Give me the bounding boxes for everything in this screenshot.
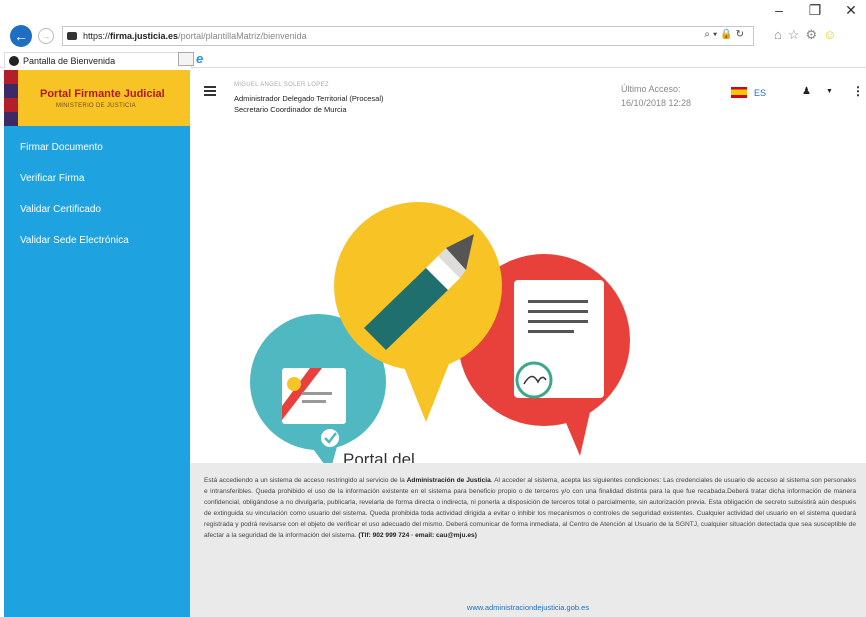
lock-icon bbox=[67, 32, 77, 40]
last-access-label: Último Acceso: bbox=[621, 84, 681, 94]
justice-admin-link[interactable]: www.administraciondejusticia.gob.es bbox=[190, 603, 866, 612]
user-position: Secretario Coordinador de Murcia bbox=[234, 105, 347, 114]
tab-bienvenida[interactable]: Pantalla de Bienvenida ✕ bbox=[4, 52, 192, 68]
smiley-icon[interactable]: ☺ bbox=[823, 27, 836, 43]
url-scheme: https:// bbox=[83, 31, 111, 41]
last-access-date: 16/10/2018 12:28 bbox=[621, 98, 692, 108]
disclaimer-contact: (Tlf: 902 999 724 · email: cau@mju.es) bbox=[358, 532, 477, 539]
favicon-icon bbox=[9, 55, 19, 66]
sidebar-item-firmar-documento[interactable]: Firmar Documento bbox=[4, 132, 190, 163]
ie-logo-icon: e bbox=[196, 51, 204, 66]
sidebar: Portal Firmante Judicial MINISTERIO DE J… bbox=[4, 70, 190, 617]
sidebar-item-verificar-firma[interactable]: Verificar Firma bbox=[4, 163, 190, 194]
address-tools[interactable]: ⌕▾🔒↻ bbox=[704, 29, 747, 40]
user-icon[interactable]: ♟ bbox=[802, 86, 811, 97]
favorites-star-icon[interactable]: ☆ bbox=[788, 27, 800, 43]
brand-title: Portal Firmante Judicial bbox=[40, 88, 165, 100]
sidebar-menu: Firmar Documento Verificar Firma Validar… bbox=[4, 126, 190, 256]
user-name: MIGUEL ANGEL SOLER LOPEZ bbox=[234, 82, 329, 88]
hero-caption: Portal del bbox=[343, 450, 415, 463]
window-controls: – ❐ ✕ bbox=[772, 2, 858, 19]
home-icon[interactable]: ⌂ bbox=[774, 27, 782, 43]
close-window-button[interactable]: ✕ bbox=[844, 2, 858, 19]
sidebar-item-validar-sede[interactable]: Validar Sede Electrónica bbox=[4, 225, 190, 256]
disclaimer-org: Administración de Justicia bbox=[406, 477, 491, 484]
minimize-button[interactable]: – bbox=[772, 2, 786, 19]
legal-footer: Está accediendo a un sistema de acceso r… bbox=[190, 463, 866, 617]
new-tab-button[interactable] bbox=[178, 52, 194, 66]
hero-graphic bbox=[250, 202, 630, 463]
access-disclaimer: Está accediendo a un sistema de acceso r… bbox=[204, 475, 856, 541]
chevron-down-icon[interactable]: ▼ bbox=[826, 88, 833, 95]
disclaimer-intro: Está accediendo a un sistema de acceso r… bbox=[204, 477, 407, 484]
tab-bar: Pantalla de Bienvenida ✕ e bbox=[0, 50, 866, 68]
back-arrow-icon[interactable]: ← bbox=[10, 25, 32, 47]
spain-flag-icon[interactable] bbox=[731, 87, 747, 98]
tab-title: Pantalla de Bienvenida bbox=[23, 55, 116, 66]
url-host: firma.justicia.es bbox=[110, 31, 179, 41]
hero-illustration: Portal del bbox=[190, 130, 866, 463]
language-selector[interactable]: ES bbox=[754, 88, 766, 98]
settings-gear-icon[interactable]: ⚙ bbox=[806, 27, 818, 43]
window-titlebar: – ❐ ✕ bbox=[0, 0, 866, 20]
toolbar-icons: ⌂ ☆ ⚙ ☺ bbox=[774, 27, 836, 43]
brand-subtitle: MINISTERIO DE JUSTICIA bbox=[56, 103, 136, 109]
disclaimer-body: . Al acceder al sistema, acepta las sigu… bbox=[204, 477, 856, 539]
spain-flag-strip bbox=[4, 70, 18, 126]
address-bar-row: ← → https:// firma.justicia.es /portal/p… bbox=[0, 20, 866, 50]
brand-header: Portal Firmante Judicial MINISTERIO DE J… bbox=[4, 70, 190, 126]
user-role: Administrador Delegado Territorial (Proc… bbox=[234, 94, 384, 103]
app-header: MIGUEL ANGEL SOLER LOPEZ Administrador D… bbox=[190, 70, 866, 130]
sidebar-item-validar-certificado[interactable]: Validar Certificado bbox=[4, 194, 190, 225]
url-path: /portal/plantillaMatriz/bienvenida bbox=[178, 31, 307, 41]
address-bar[interactable]: https:// firma.justicia.es /portal/plant… bbox=[62, 26, 754, 46]
hamburger-menu-icon[interactable] bbox=[204, 86, 216, 96]
more-options-icon[interactable]: ⋮ bbox=[852, 84, 864, 98]
restore-button[interactable]: ❐ bbox=[808, 2, 822, 19]
forward-arrow-icon[interactable]: → bbox=[38, 28, 54, 44]
